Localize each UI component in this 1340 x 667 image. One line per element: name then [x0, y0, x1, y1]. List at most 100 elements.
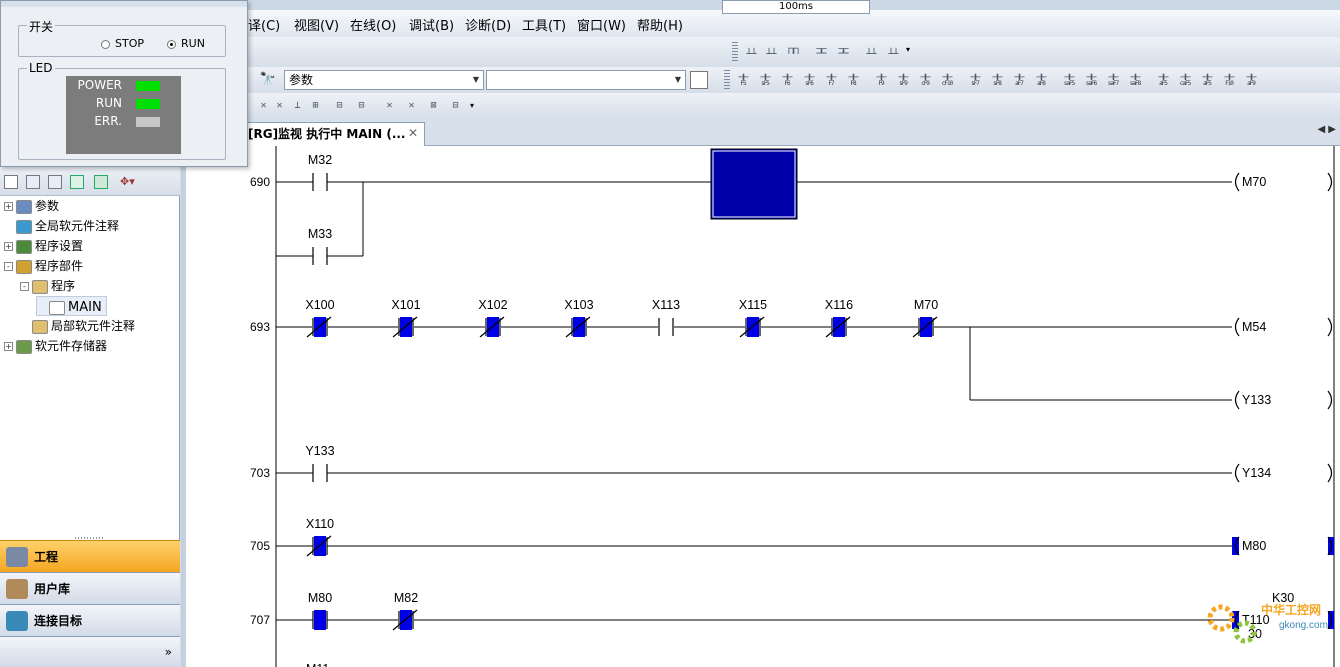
ladder-editor[interactable]: 690 M32 M33 M70 693 X100 X101 X102 X103 X113 X115 X…: [186, 146, 1340, 667]
ladder-input-icon[interactable]: ⊥⊥: [742, 44, 760, 60]
ladder-contact[interactable]: [829, 317, 849, 337]
tree-item[interactable]: + 程序设置: [4, 236, 83, 256]
tree-item[interactable]: 全局软元件注释: [4, 216, 119, 236]
refresh-icon[interactable]: [94, 175, 108, 189]
edit-tool-icon[interactable]: ✕: [270, 98, 288, 114]
function-key-button[interactable]: ⊣⊢ aF8: [1032, 70, 1050, 87]
function-key-button[interactable]: ⊣⊢ aF5: [1198, 70, 1216, 87]
sort-icon[interactable]: ✥▾: [120, 175, 142, 189]
function-key-button[interactable]: ⊣⊢ sF6: [800, 70, 818, 87]
tree-item[interactable]: 局部软元件注释: [20, 316, 135, 336]
scan-time-field[interactable]: 100ms: [722, 0, 870, 14]
ladder-contact[interactable]: [569, 317, 589, 337]
nav-connection-button[interactable]: 连接目标: [0, 604, 180, 636]
tree-expander-icon[interactable]: -: [4, 262, 13, 271]
function-key-button[interactable]: ⊣⊢ saF7: [1104, 70, 1122, 87]
led-indicator: [136, 99, 160, 109]
nav-project-button[interactable]: 工程: [0, 540, 180, 572]
tree-item[interactable]: - 程序部件: [4, 256, 83, 276]
ladder-contact[interactable]: [396, 610, 416, 630]
function-key-button[interactable]: ⊣⊢ aF7: [1010, 70, 1028, 87]
window-caption[interactable]: [1, 1, 247, 7]
tree-expander-icon[interactable]: +: [4, 202, 13, 211]
ladder-input-icon[interactable]: ⊥⊥: [762, 44, 780, 60]
chevron-down-icon[interactable]: ▾: [906, 45, 910, 54]
edit-tool-icon[interactable]: ✕: [402, 98, 420, 114]
ladder-contact[interactable]: [310, 317, 330, 337]
document-icon[interactable]: [690, 71, 708, 89]
tree-item[interactable]: + 软元件存储器: [4, 336, 107, 356]
menu-window[interactable]: 窗口(W): [577, 15, 626, 34]
ladder-canvas[interactable]: 690 M32 M33 M70 693 X100 X101 X102 X103 X113 X115 X…: [186, 146, 1340, 667]
menu-tools[interactable]: 工具(T): [522, 15, 566, 34]
menu-diagnostics[interactable]: 诊断(D): [465, 15, 511, 34]
copy-icon[interactable]: [26, 175, 40, 189]
tab-scroll-arrows[interactable]: ◀ ▶: [1317, 124, 1336, 135]
ladder-output-icon[interactable]: ⊐⊏: [834, 44, 852, 60]
stop-radio-circle[interactable]: [101, 39, 110, 49]
tab-main-monitor[interactable]: [RG]监视 执行中 MAIN (...: [245, 122, 425, 146]
menu-online[interactable]: 在线(O): [350, 15, 396, 34]
function-key-button[interactable]: ⊣⊢ F7: [822, 70, 840, 87]
run-radio[interactable]: RUN: [167, 37, 205, 50]
function-key-button[interactable]: ⊣⊢ aF5: [1154, 70, 1172, 87]
function-key-button[interactable]: ⊣⊢ saF8: [1126, 70, 1144, 87]
function-key-button[interactable]: ⊣⊢ cF9: [916, 70, 934, 87]
toolbar-grip[interactable]: [724, 70, 730, 90]
close-icon[interactable]: ✕: [404, 123, 422, 143]
nav-library-button[interactable]: 用户库: [0, 572, 180, 604]
expand-more-icon[interactable]: »: [165, 645, 172, 659]
function-key-button[interactable]: ⊣⊢ sF7: [966, 70, 984, 87]
program-combo[interactable]: ▼: [486, 70, 686, 90]
edit-tool-icon[interactable]: ✕: [380, 98, 398, 114]
menu-help[interactable]: 帮助(H): [637, 15, 683, 34]
binoculars-icon[interactable]: 🔭: [258, 71, 278, 89]
edit-tool-icon[interactable]: ⊟: [446, 98, 464, 114]
tree-expander-icon[interactable]: +: [4, 242, 13, 251]
function-key-button[interactable]: ⊣⊢ cF10: [938, 70, 956, 87]
function-key-button[interactable]: ⊣⊢ F6: [778, 70, 796, 87]
menu-debug[interactable]: 调试(B): [409, 15, 454, 34]
ladder-cursor[interactable]: [710, 148, 798, 220]
param-combo[interactable]: 参数 ▼: [284, 70, 484, 90]
function-key-button[interactable]: ⊣⊢ saF6: [1082, 70, 1100, 87]
menu-view[interactable]: 视图(V): [294, 15, 339, 34]
ladder-contact[interactable]: [743, 317, 763, 337]
properties-icon[interactable]: [70, 175, 84, 189]
ladder-contact[interactable]: [396, 317, 416, 337]
stop-radio[interactable]: STOP: [101, 37, 144, 50]
function-key-button[interactable]: ⊣⊢ F8: [844, 70, 862, 87]
toolbar-grip[interactable]: [732, 42, 738, 62]
function-key-button[interactable]: ⊣⊢ sF5: [756, 70, 774, 87]
edit-tool-icon[interactable]: ⊟: [352, 98, 370, 114]
run-radio-circle[interactable]: [167, 39, 176, 49]
function-key-button[interactable]: ⊣⊢ F10: [1220, 70, 1238, 87]
ladder-contact[interactable]: [916, 317, 936, 337]
ladder-func-icon[interactable]: ⊥⊥: [884, 44, 902, 60]
function-key-button[interactable]: ⊣⊢ aF9: [1242, 70, 1260, 87]
edit-tool-icon[interactable]: ⊟: [330, 98, 348, 114]
function-key-button[interactable]: ⊣⊢ F5: [734, 70, 752, 87]
menu-compile[interactable]: 译(C): [248, 15, 280, 34]
function-key-button[interactable]: ⊣⊢ sF9: [894, 70, 912, 87]
function-key-button[interactable]: ⊣⊢ sF8: [988, 70, 1006, 87]
ladder-output-icon[interactable]: ⊐⊏: [812, 44, 830, 60]
ladder-contact[interactable]: [483, 317, 503, 337]
edit-tool-icon[interactable]: ⊞: [306, 98, 324, 114]
edit-tool-icon[interactable]: ⊠: [424, 98, 442, 114]
tree-expander-icon[interactable]: +: [4, 342, 13, 351]
ladder-input-icon[interactable]: ⊓⊓: [784, 44, 802, 60]
edit-tool-icon[interactable]: ⊥: [288, 98, 306, 114]
chevron-down-icon[interactable]: ▾: [470, 101, 474, 110]
ladder-contact[interactable]: [656, 317, 676, 337]
tree-expander-icon[interactable]: -: [20, 282, 29, 291]
function-key-button[interactable]: ⊣⊢ caF5: [1176, 70, 1194, 87]
function-key-button[interactable]: ⊣⊢ F9: [872, 70, 890, 87]
tree-item[interactable]: - 程序: [20, 276, 75, 296]
tree-item[interactable]: + 参数: [4, 196, 59, 216]
tree-item[interactable]: MAIN: [36, 296, 107, 316]
paste-icon[interactable]: [48, 175, 62, 189]
new-item-icon[interactable]: [4, 175, 18, 189]
ladder-func-icon[interactable]: ⊥⊥: [862, 44, 880, 60]
function-key-button[interactable]: ⊣⊢ saF5: [1060, 70, 1078, 87]
